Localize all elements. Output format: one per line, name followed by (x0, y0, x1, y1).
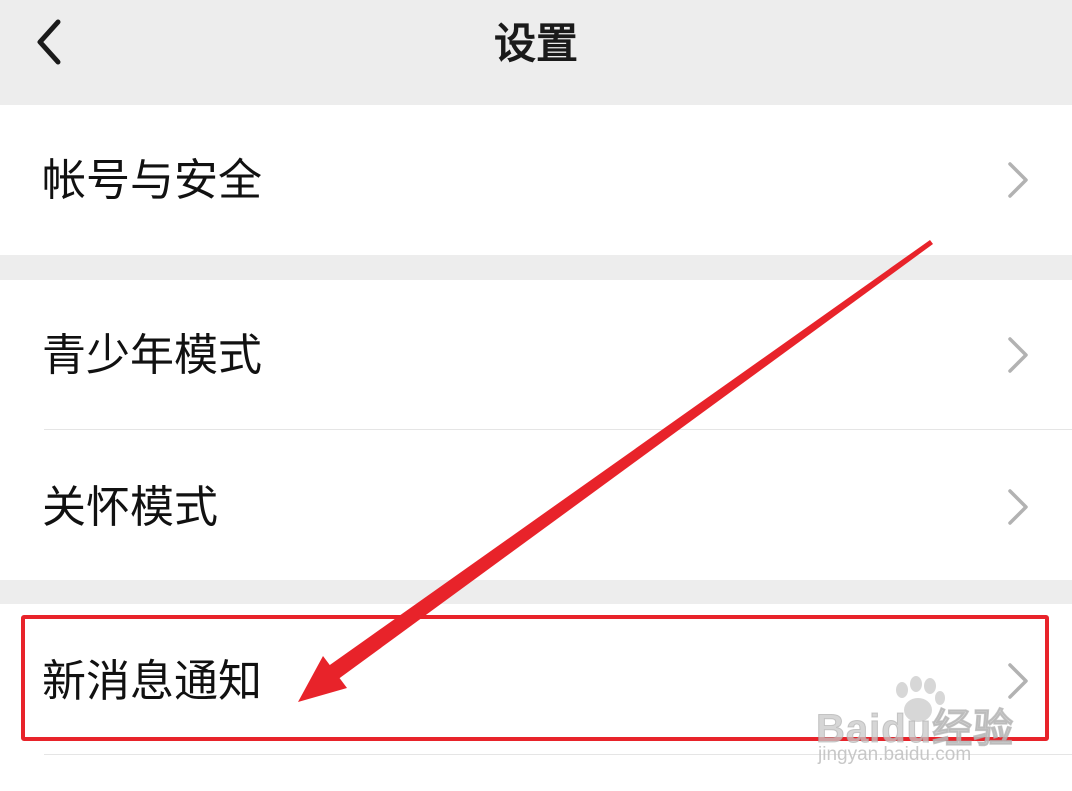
settings-item-new-message-notification[interactable]: 新消息通知 (0, 604, 1072, 754)
chevron-right-icon (1002, 659, 1032, 703)
page-title: 设置 (493, 19, 578, 68)
settings-group-notifications: 新消息通知 (0, 604, 1072, 791)
settings-item-care-mode[interactable]: 关怀模式 (0, 430, 1072, 580)
settings-item-label: 帐号与安全 (42, 155, 262, 206)
settings-item-account-security[interactable]: 帐号与安全 (0, 105, 1072, 255)
chevron-right-icon (1002, 158, 1032, 202)
settings-item-label: 关怀模式 (42, 482, 218, 533)
settings-item-label: 新消息通知 (42, 656, 262, 707)
settings-group-account: 帐号与安全 (0, 105, 1072, 255)
settings-item-youth-mode[interactable]: 青少年模式 (0, 280, 1072, 430)
navigation-bar: 设置 (0, 0, 1072, 104)
row-divider (44, 754, 1072, 755)
settings-group-modes: 青少年模式 关怀模式 (0, 280, 1072, 580)
chevron-right-icon (1002, 485, 1032, 529)
settings-item-label: 青少年模式 (42, 330, 262, 381)
chevron-right-icon (1002, 333, 1032, 377)
